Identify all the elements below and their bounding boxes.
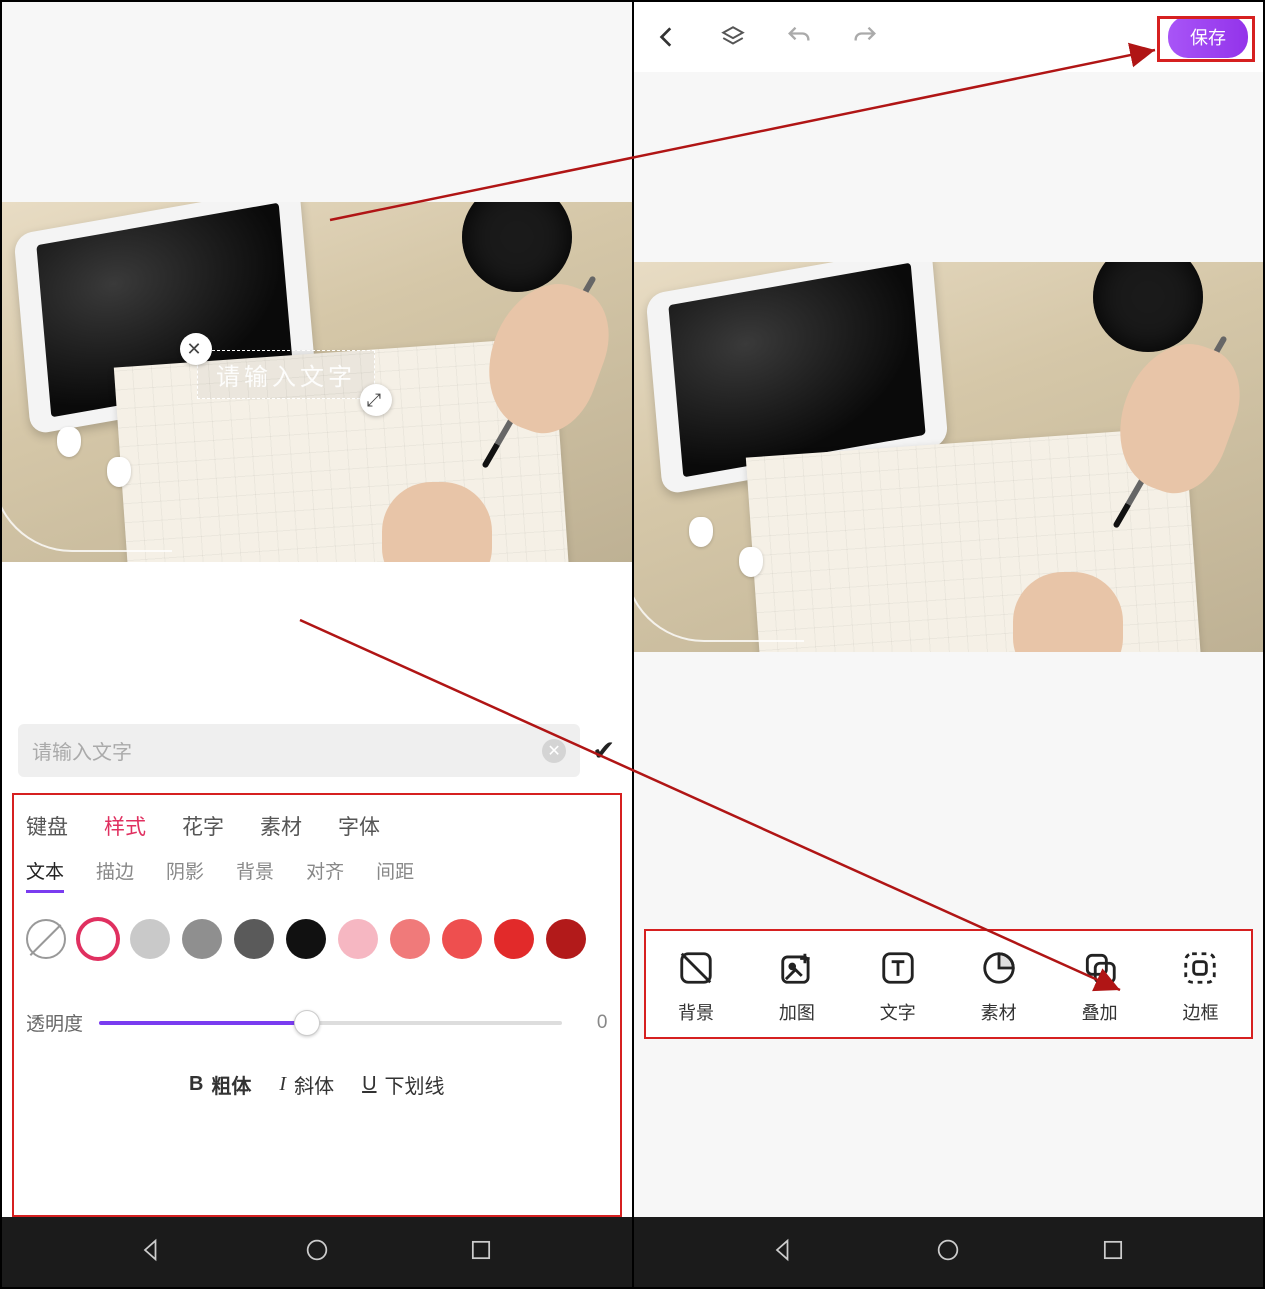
photo-earbuds (47, 427, 177, 507)
left-blank-area (2, 2, 632, 202)
text-box-close-handle[interactable]: ✕ (180, 333, 212, 365)
format-underline[interactable]: U 下划线 (362, 1070, 444, 1099)
opacity-slider-thumb[interactable] (294, 1010, 320, 1036)
italic-icon: I (279, 1073, 286, 1096)
tool-background[interactable]: 背景 (653, 949, 739, 1025)
color-black[interactable] (286, 919, 326, 959)
photo-hand-resting (382, 482, 492, 562)
color-lightgray[interactable] (130, 919, 170, 959)
subtab-text[interactable]: 文本 (26, 857, 64, 893)
subtab-background[interactable]: 背景 (236, 857, 274, 893)
color-darkgray[interactable] (234, 919, 274, 959)
layers-icon[interactable] (715, 19, 751, 55)
format-italic[interactable]: I 斜体 (279, 1070, 334, 1099)
tool-sticker-label: 素材 (981, 999, 1017, 1025)
opacity-label: 透明度 (26, 1009, 83, 1036)
color-salmon[interactable] (390, 919, 430, 959)
color-red2[interactable] (494, 919, 534, 959)
text-box-placeholder: 请输入文字 (216, 364, 356, 391)
opacity-value: 0 (578, 1012, 608, 1034)
editor-tabs: 键盘 样式 花字 素材 字体 (22, 803, 612, 849)
tab-style[interactable]: 样式 (104, 811, 146, 841)
color-red[interactable] (442, 919, 482, 959)
color-white[interactable] (78, 919, 118, 959)
nav-recent-icon[interactable] (467, 1236, 495, 1269)
right-pane: 保存 背景 加图 (634, 2, 1264, 1287)
tool-background-label: 背景 (678, 999, 714, 1025)
nav-back-icon[interactable] (770, 1236, 798, 1269)
bold-icon: B (189, 1073, 203, 1096)
left-canvas[interactable]: 请输入文字 ✕ ⤢ (2, 202, 632, 562)
italic-label: 斜体 (294, 1070, 334, 1099)
right-blank-area (634, 72, 1264, 262)
redo-icon[interactable] (847, 19, 883, 55)
color-gray[interactable] (182, 919, 222, 959)
android-navbar-right (634, 1217, 1264, 1287)
clear-input-icon[interactable]: ✕ (542, 739, 566, 763)
bottom-tools-highlight: 背景 加图 文字 素材 叠加 (644, 929, 1254, 1039)
confirm-input-icon[interactable]: ✔ (592, 734, 615, 767)
opacity-slider[interactable] (99, 1021, 561, 1025)
right-body: 背景 加图 文字 素材 叠加 (634, 652, 1264, 1217)
text-editor-panel: 请输入文字 ✕ ✔ 键盘 样式 花字 素材 字体 文本 描边 阴影 背景 (2, 562, 632, 1217)
save-button[interactable]: 保存 (1168, 16, 1248, 58)
tool-overlay[interactable]: 叠加 (1057, 949, 1143, 1025)
tab-fancytext[interactable]: 花字 (182, 811, 224, 841)
nav-home-icon[interactable] (934, 1236, 962, 1269)
back-icon[interactable] (649, 19, 685, 55)
tool-addimage[interactable]: 加图 (754, 949, 840, 1025)
undo-icon[interactable] (781, 19, 817, 55)
tool-addimage-label: 加图 (779, 999, 815, 1025)
underline-label: 下划线 (385, 1070, 445, 1099)
photo-hand-resting (1013, 572, 1123, 652)
topbar: 保存 (634, 2, 1264, 72)
tab-keyboard[interactable]: 键盘 (26, 811, 68, 841)
tool-border[interactable]: 边框 (1157, 949, 1243, 1025)
nav-home-icon[interactable] (303, 1236, 331, 1269)
subtab-shadow[interactable]: 阴影 (166, 857, 204, 893)
color-swatches (22, 901, 612, 977)
text-box-resize-handle[interactable]: ⤢ (360, 384, 392, 416)
tool-text[interactable]: 文字 (855, 949, 941, 1025)
color-darkred[interactable] (546, 919, 586, 959)
style-subtabs: 文本 描边 阴影 背景 对齐 间距 (22, 849, 612, 901)
android-navbar-left (2, 1217, 632, 1287)
tab-font[interactable]: 字体 (338, 811, 380, 841)
color-none[interactable] (26, 919, 66, 959)
left-pane: 请输入文字 ✕ ⤢ 请输入文字 ✕ ✔ 键盘 样式 花字 素材 字体 (2, 2, 632, 1287)
tool-text-label: 文字 (880, 999, 916, 1025)
text-input-row: 请输入文字 ✕ ✔ (2, 712, 632, 789)
format-bold[interactable]: B 粗体 (189, 1070, 251, 1099)
photo-earbuds (679, 517, 809, 597)
nav-back-icon[interactable] (138, 1236, 166, 1269)
subtab-stroke[interactable]: 描边 (96, 857, 134, 893)
right-canvas[interactable] (634, 262, 1264, 652)
text-input-placeholder: 请输入文字 (32, 736, 132, 765)
underline-icon: U (362, 1073, 376, 1096)
text-input[interactable]: 请输入文字 ✕ (18, 724, 580, 777)
subtab-spacing[interactable]: 间距 (376, 857, 414, 893)
text-box[interactable]: 请输入文字 ✕ ⤢ (197, 350, 375, 399)
nav-recent-icon[interactable] (1099, 1236, 1127, 1269)
tool-overlay-label: 叠加 (1082, 999, 1118, 1025)
subtab-align[interactable]: 对齐 (306, 857, 344, 893)
opacity-slider-row: 透明度 0 (22, 977, 612, 1046)
save-button-label: 保存 (1190, 28, 1226, 48)
style-panel-highlight: 键盘 样式 花字 素材 字体 文本 描边 阴影 背景 对齐 间距 (12, 793, 622, 1217)
tool-sticker[interactable]: 素材 (956, 949, 1042, 1025)
color-pink[interactable] (338, 919, 378, 959)
tab-material[interactable]: 素材 (260, 811, 302, 841)
format-row: B 粗体 I 斜体 U 下划线 (22, 1046, 612, 1107)
tool-border-label: 边框 (1182, 999, 1218, 1025)
bold-label: 粗体 (211, 1070, 251, 1099)
